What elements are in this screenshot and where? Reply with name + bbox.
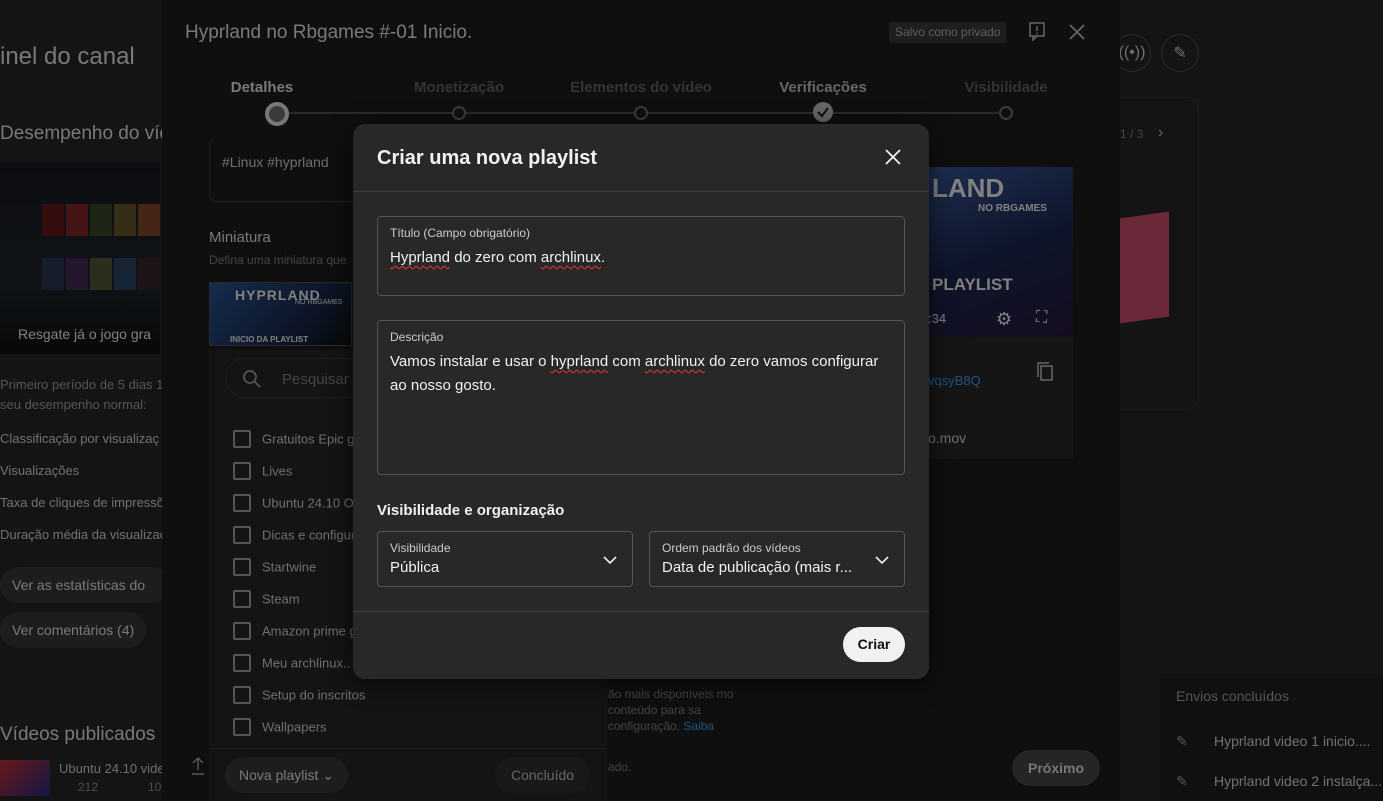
chevron-down-icon — [875, 556, 889, 565]
section-heading: Visibilidade e organização — [377, 502, 565, 519]
order-label: Ordem padrão dos vídeos — [662, 541, 801, 555]
chevron-down-icon — [603, 556, 617, 565]
divider — [353, 191, 929, 192]
create-button[interactable]: Criar — [843, 627, 905, 662]
dialog-title: Criar uma nova playlist — [377, 147, 598, 169]
create-playlist-dialog: Criar uma nova playlist Título (Campo ob… — [353, 124, 929, 679]
title-field-label: Título (Campo obrigatório) — [390, 226, 531, 240]
order-select[interactable]: Ordem padrão dos vídeos Data de publicaç… — [649, 531, 905, 587]
visibility-value: Pública — [390, 559, 440, 576]
divider — [353, 611, 929, 612]
description-field[interactable]: Descrição Vamos instalar e usar o hyprla… — [377, 320, 905, 475]
visibility-label: Visibilidade — [390, 541, 451, 555]
description-field-value[interactable]: Vamos instalar e usar o hyprland com arc… — [390, 350, 890, 398]
title-field-value[interactable]: Hyprland do zero com archlinux. — [390, 246, 605, 270]
visibility-select[interactable]: Visibilidade Pública — [377, 531, 633, 587]
close-icon[interactable] — [881, 145, 905, 169]
description-field-label: Descrição — [390, 330, 444, 344]
title-field[interactable]: Título (Campo obrigatório) Hyprland do z… — [377, 216, 905, 296]
order-value: Data de publicação (mais r... — [662, 559, 853, 576]
